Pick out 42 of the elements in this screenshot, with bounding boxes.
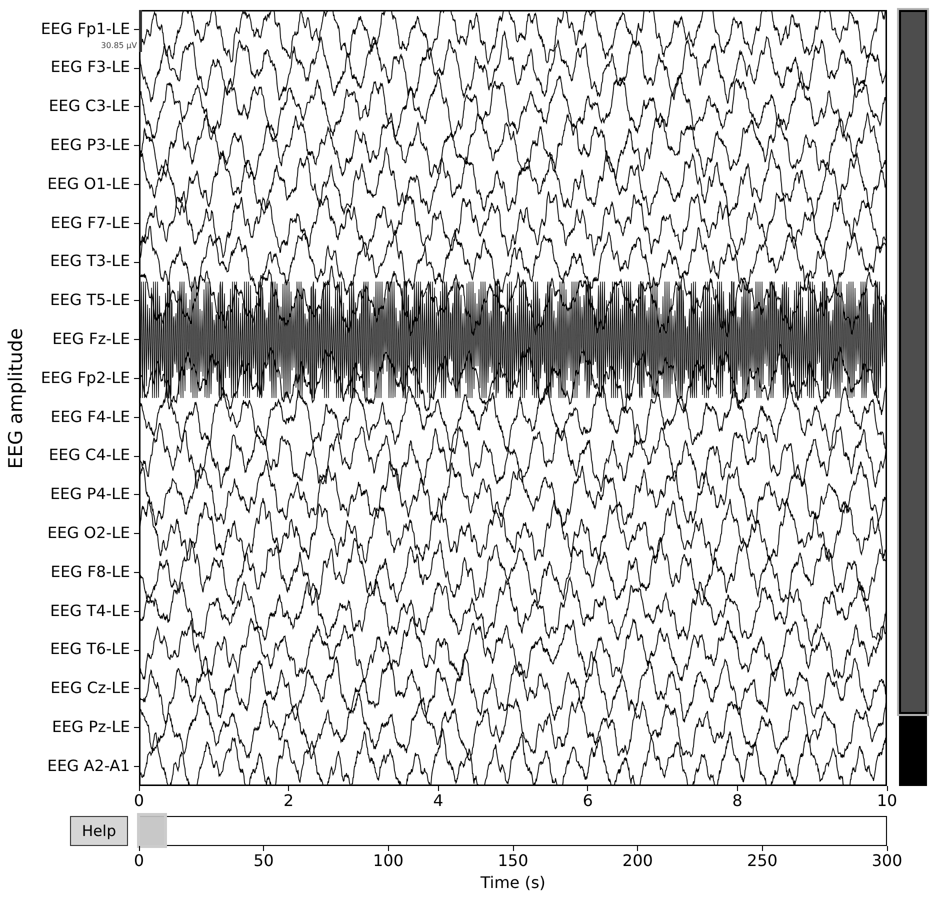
channel-label: EEG Fz-LE: [52, 332, 130, 348]
tick-label: 50: [253, 853, 274, 869]
channel-label: EEG Fp1-LE: [40, 22, 130, 38]
channel-scrollbar[interactable]: [899, 10, 927, 786]
tick-label: 8: [732, 793, 742, 809]
y-axis-label: EEG amplitude: [6, 328, 26, 468]
channel-label: EEG O1-LE: [47, 176, 130, 192]
channel-label: EEG Cz-LE: [50, 681, 130, 697]
tick-label: 4: [433, 793, 444, 809]
tick-label: 100: [373, 853, 404, 869]
help-button[interactable]: Help: [70, 816, 128, 846]
channel-label: EEG C4-LE: [48, 448, 130, 464]
tick-label: 200: [622, 853, 653, 869]
channel-label: EEG F7-LE: [50, 216, 130, 232]
channel-label: EEG A2-A1: [47, 758, 130, 774]
time-overview-bar[interactable]: [139, 816, 887, 846]
channel-label: EEG Fp2-LE: [40, 370, 130, 386]
tick-label: 300: [872, 853, 902, 869]
channel-label: EEG F8-LE: [50, 564, 130, 580]
x-axis-label: Time (s): [480, 875, 546, 891]
tick-label: 250: [747, 853, 778, 869]
time-window-thumb[interactable]: [137, 813, 167, 848]
channel-label: EEG F4-LE: [50, 410, 130, 426]
tick-label: 150: [498, 853, 528, 869]
channel-label: EEG T3-LE: [50, 254, 130, 270]
tick-label: 0: [134, 793, 144, 809]
tick-label: 6: [582, 793, 593, 809]
channel-label: EEG T5-LE: [50, 293, 130, 309]
scale-bar: [139, 10, 142, 52]
channel-label: EEG P3-LE: [50, 138, 130, 154]
tick-label: 0: [134, 853, 144, 869]
channel-label: EEG Pz-LE: [52, 720, 130, 736]
channel-label: EEG C3-LE: [48, 99, 130, 115]
channel-label: EEG P4-LE: [50, 487, 130, 503]
scale-label: 30.85 µV: [100, 42, 137, 50]
channel-label: EEG O2-LE: [47, 526, 130, 542]
channel-label: EEG T4-LE: [50, 604, 130, 620]
tick-label: 10: [876, 793, 898, 809]
tick-label: 2: [284, 793, 294, 809]
channel-label: EEG F3-LE: [50, 60, 130, 76]
scrollbar-thumb[interactable]: [897, 8, 929, 716]
channel-label: EEG T6-LE: [50, 642, 130, 658]
